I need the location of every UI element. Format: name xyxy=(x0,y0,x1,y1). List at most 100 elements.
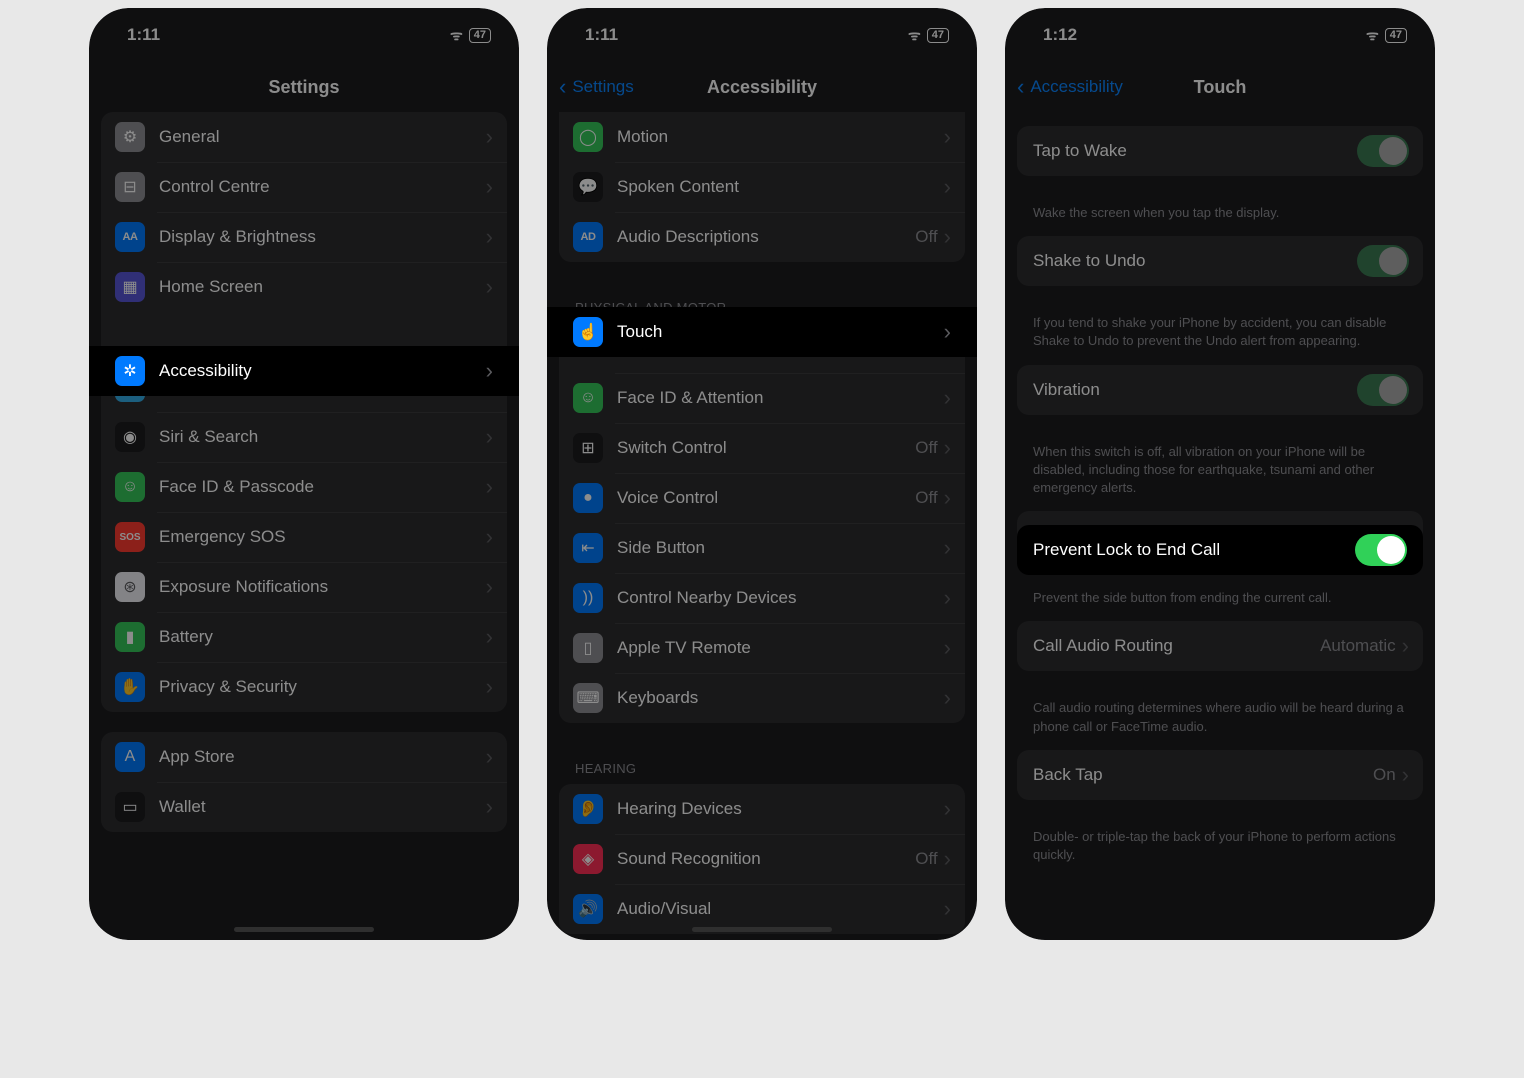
chevron-left-icon: ‹ xyxy=(1017,74,1024,100)
sliders-icon: ⊟ xyxy=(115,172,145,202)
row-back-tap[interactable]: Back Tap On › xyxy=(1017,750,1423,800)
chevron-right-icon: › xyxy=(486,574,493,600)
chevron-right-icon: › xyxy=(944,896,951,922)
av-icon: 🔊 xyxy=(573,894,603,924)
chevron-right-icon: › xyxy=(486,624,493,650)
label-privacy-security: Privacy & Security xyxy=(159,677,486,697)
row-vibration[interactable]: Vibration xyxy=(1017,365,1423,415)
row-hearing-devices[interactable]: 👂Hearing Devices› xyxy=(559,784,965,834)
faceid2-icon: ☺ xyxy=(573,383,603,413)
row-exposure-notifications[interactable]: ⊛ Exposure Notifications› xyxy=(101,562,507,612)
row-tap-to-wake[interactable]: Tap to Wake xyxy=(1017,126,1423,176)
chevron-right-icon: › xyxy=(944,124,951,150)
wifi-icon: ᯤ xyxy=(450,26,463,45)
row-privacy-security[interactable]: ✋Privacy & Security› xyxy=(101,662,507,712)
home-indicator[interactable] xyxy=(692,927,832,932)
row-general[interactable]: ⚙General› xyxy=(101,112,507,162)
row-voice-control[interactable]: ●Voice ControlOff› xyxy=(559,473,965,523)
status-bar: 1:11 ᯤ 47 xyxy=(547,8,977,62)
sidebtn-icon: ⇤ xyxy=(573,533,603,563)
label-wallet: Wallet xyxy=(159,797,486,817)
sos-icon: SOS xyxy=(115,522,145,552)
ad-icon: AD xyxy=(573,222,603,252)
value-back-tap: On xyxy=(1373,765,1396,785)
row-apple-tv-remote[interactable]: ▯Apple TV Remote› xyxy=(559,623,965,673)
voicectl-icon: ● xyxy=(573,483,603,513)
chevron-right-icon: › xyxy=(486,424,493,450)
row-audio-descriptions[interactable]: ADAudio DescriptionsOff› xyxy=(559,212,965,262)
label-home-screen: Home Screen xyxy=(159,277,486,297)
chevron-right-icon: › xyxy=(486,358,493,384)
row-face-id-attention[interactable]: ☺Face ID & Attention› xyxy=(559,373,965,423)
footer-call-audio-routing: Call audio routing determines where audi… xyxy=(1017,691,1423,749)
chevron-right-icon: › xyxy=(1402,762,1409,788)
label-control-centre: Control Centre xyxy=(159,177,486,197)
label-general: General xyxy=(159,127,486,147)
row-keyboards[interactable]: ⌨Keyboards› xyxy=(559,673,965,723)
toggle-vibration[interactable] xyxy=(1357,374,1409,406)
footer-back-tap: Double- or triple-tap the back of your i… xyxy=(1017,820,1423,878)
chevron-right-icon: › xyxy=(944,585,951,611)
exposure-icon: ⊛ xyxy=(115,572,145,602)
label-apple-tv-remote: Apple TV Remote xyxy=(617,638,944,658)
label-switch-control: Switch Control xyxy=(617,438,915,458)
row-wallet[interactable]: ▭Wallet› xyxy=(101,782,507,832)
row-app-store[interactable]: AApp Store› xyxy=(101,732,507,782)
wifi-icon: ᯤ xyxy=(908,26,921,45)
chevron-right-icon: › xyxy=(486,744,493,770)
siri-icon: ◉ xyxy=(115,422,145,452)
row-control-nearby-devices[interactable]: ))Control Nearby Devices› xyxy=(559,573,965,623)
label-side-button: Side Button xyxy=(617,538,944,558)
row-switch-control[interactable]: ⊞Switch ControlOff› xyxy=(559,423,965,473)
row-display-brightness[interactable]: AADisplay & Brightness› xyxy=(101,212,507,262)
label-display-brightness: Display & Brightness xyxy=(159,227,486,247)
footer-vibration: When this switch is off, all vibration o… xyxy=(1017,435,1423,512)
row-sound-recognition[interactable]: ◈Sound RecognitionOff› xyxy=(559,834,965,884)
label-app-store: App Store xyxy=(159,747,486,767)
row-siri-search[interactable]: ◉Siri & Search› xyxy=(101,412,507,462)
clock: 1:11 xyxy=(127,25,160,45)
row-control-centre[interactable]: ⊟Control Centre› xyxy=(101,162,507,212)
homescreen-icon: ▦ xyxy=(115,272,145,302)
row-face-id-passcode[interactable]: ☺Face ID & Passcode› xyxy=(101,462,507,512)
chevron-right-icon: › xyxy=(944,319,951,345)
chevron-right-icon: › xyxy=(944,224,951,250)
chevron-right-icon: › xyxy=(944,796,951,822)
back-button[interactable]: ‹ Settings xyxy=(559,74,634,100)
row-call-audio-routing[interactable]: Call Audio Routing Automatic › xyxy=(1017,621,1423,671)
home-indicator[interactable] xyxy=(234,927,374,932)
label-sound-recognition: Sound Recognition xyxy=(617,849,915,869)
row-spoken-content[interactable]: 💬Spoken Content› xyxy=(559,162,965,212)
chevron-right-icon: › xyxy=(944,385,951,411)
row-emergency-sos[interactable]: SOSEmergency SOS› xyxy=(101,512,507,562)
toggle-prevent-lock[interactable] xyxy=(1355,534,1407,566)
page-title: Settings xyxy=(268,77,339,98)
row-touch[interactable]: ☝ Touch › xyxy=(547,307,977,357)
label-audio-visual: Audio/Visual xyxy=(617,899,944,919)
chevron-right-icon: › xyxy=(486,794,493,820)
page-title: Touch xyxy=(1194,77,1247,98)
chevron-right-icon: › xyxy=(944,685,951,711)
label-emergency-sos: Emergency SOS xyxy=(159,527,486,547)
chevron-right-icon: › xyxy=(944,435,951,461)
row-shake-undo[interactable]: Shake to Undo xyxy=(1017,236,1423,286)
footer-shake-undo: If you tend to shake your iPhone by acci… xyxy=(1017,306,1423,364)
row-accessibility[interactable]: ✲ Accessibility › xyxy=(89,346,519,396)
row-motion[interactable]: ◯Motion› xyxy=(559,112,965,162)
clock: 1:12 xyxy=(1043,25,1077,45)
row-battery[interactable]: ▮Battery› xyxy=(101,612,507,662)
toggle-tap-to-wake[interactable] xyxy=(1357,135,1409,167)
label-exposure-notifications: Exposure Notifications xyxy=(159,577,486,597)
row-home-screen[interactable]: ▦Home Screen› xyxy=(101,262,507,312)
label-face-id-passcode: Face ID & Passcode xyxy=(159,477,486,497)
back-button[interactable]: ‹ Accessibility xyxy=(1017,74,1123,100)
chevron-right-icon: › xyxy=(944,485,951,511)
phone-touch: 1:12 ᯤ 47 ‹ Accessibility Touch Tap to W… xyxy=(1005,8,1435,940)
row-side-button[interactable]: ⇤Side Button› xyxy=(559,523,965,573)
footer-tap-to-wake: Wake the screen when you tap the display… xyxy=(1017,196,1423,236)
touch-icon: ☝ xyxy=(573,317,603,347)
row-prevent-lock[interactable]: Prevent Lock to End Call xyxy=(1017,525,1423,575)
toggle-shake-undo[interactable] xyxy=(1357,245,1409,277)
value-voice-control: Off xyxy=(915,488,937,508)
battery-indicator: 47 xyxy=(469,28,491,43)
